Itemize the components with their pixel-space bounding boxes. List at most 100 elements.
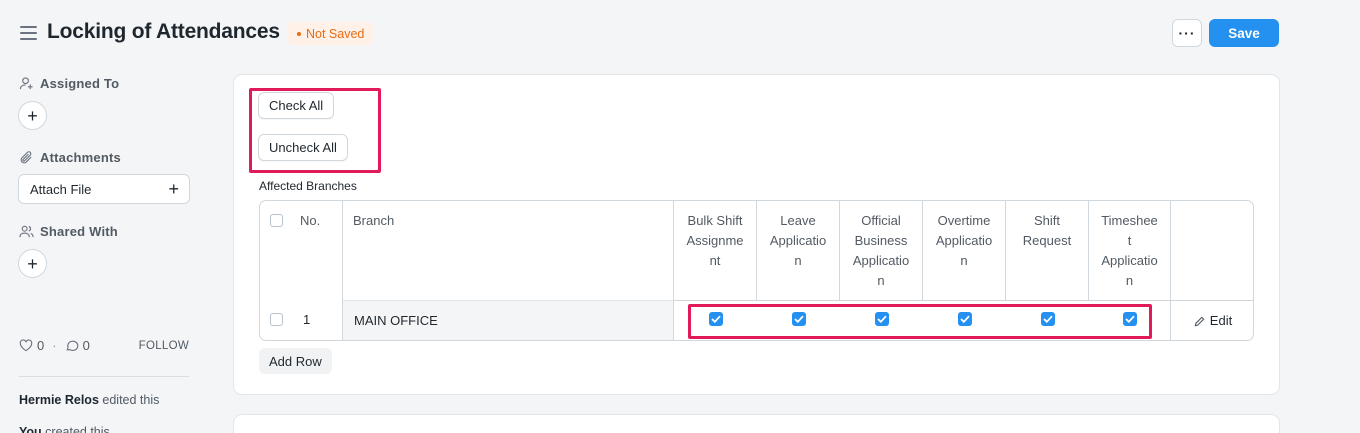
activity-action: created this [45,425,110,433]
uncheck-all-button[interactable]: Uncheck All [258,134,348,161]
attachments-label: Attachments [19,150,121,165]
form-section-secondary [233,414,1280,433]
comment-button[interactable]: 0 [65,338,90,353]
column-actions [1171,201,1253,300]
column-label-line: Business [854,233,908,248]
timesheet-application-checkbox[interactable] [1122,312,1137,326]
shared-with-label: Shared With [19,224,118,239]
bulk-shift-assignment-checkbox[interactable] [708,312,723,326]
column-label-line: Applicatio [769,233,827,248]
plus-icon: + [168,179,179,199]
add-share-button[interactable]: + [18,249,47,278]
column-label-line: Official [861,213,901,228]
column-no: No. [300,213,321,228]
affected-branches-label: Affected Branches [259,179,357,193]
branch-value: MAIN OFFICE [354,313,438,328]
leave-application-cell [757,300,840,340]
more-actions-button[interactable]: ··· [1172,19,1202,47]
column-label-line: t [1127,233,1132,248]
official-business-application-cell [840,300,923,340]
pencil-icon [1194,316,1205,326]
activity-user: Hermie Relos [19,393,99,407]
edit-row-button[interactable]: Edit [1171,300,1253,340]
column-label-line: Applicatio [852,253,910,268]
column-label-line: n [877,273,885,288]
assigned-to-label: Assigned To [19,76,119,91]
column-label-line: Leave [780,213,816,228]
table-header-select: No. [260,201,343,300]
plus-icon: + [27,105,38,126]
add-row-button[interactable]: Add Row [259,348,332,374]
column-label-line: Bulk Shift [687,213,743,228]
page-title: Locking of Attendances [47,20,280,43]
column-timesheet-application: Timeshee t Applicatio n [1089,201,1171,300]
user-add-icon [19,77,33,90]
like-button[interactable]: 0 [19,338,44,353]
follow-button[interactable]: FOLLOW [139,340,189,352]
column-label-line: Overtime [937,213,991,228]
status-badge: Not Saved [288,22,374,45]
activity-item: You created this [19,425,110,433]
check-icon [1042,315,1053,323]
heart-icon [19,339,33,352]
activity-item: Hermie Relos edited this [19,393,159,407]
check-all-button[interactable]: Check All [258,92,335,119]
like-count: 0 [37,338,45,353]
column-label-line: Assignme [686,233,744,248]
branch-cell[interactable]: MAIN OFFICE [343,300,674,340]
shift-request-cell [1006,300,1089,340]
overtime-application-cell [923,300,1006,340]
social-row: 0 · 0 FOLLOW [19,338,189,353]
check-icon [876,315,887,323]
separator-dot: · [52,338,57,353]
check-icon [710,315,721,323]
status-text: Not Saved [306,26,365,41]
column-label-line: Request [1022,233,1072,248]
column-label-line: Shift [1033,213,1060,228]
attach-file-button[interactable]: Attach File + [18,174,190,204]
check-icon [1124,315,1135,323]
status-dot-icon [297,31,301,36]
attach-file-label: Attach File [30,181,92,197]
row-number: 1 [303,312,311,327]
users-icon [19,225,34,238]
column-shift-request: Shift Request [1006,201,1089,300]
add-assignee-button[interactable]: + [18,101,47,130]
shared-with-text: Shared With [40,224,118,239]
affected-branches-table: No. Branch Bulk Shift Assignme nt Leave … [259,200,1254,341]
assigned-to-text: Assigned To [40,76,120,91]
bulk-shift-assignment-cell [674,300,757,340]
activity-action: edited this [102,393,160,407]
timesheet-application-cell [1089,300,1171,340]
edit-label: Edit [1209,313,1233,328]
column-overtime-application: Overtime Applicatio n [923,201,1006,300]
select-all-checkbox[interactable] [270,214,283,227]
check-icon [959,315,970,323]
row-select-checkbox[interactable] [270,313,283,326]
activity-user: You [19,425,42,433]
column-leave-application: Leave Applicatio n [757,201,840,300]
sidebar-divider [19,376,189,377]
column-label-line: n [1125,273,1134,288]
column-label-line: n [794,253,802,268]
leave-application-checkbox[interactable] [791,312,806,326]
save-button[interactable]: Save [1209,19,1279,47]
official-business-application-checkbox[interactable] [874,312,889,326]
table-row-select-cell: 1 [260,300,343,340]
column-official-business-application: Official Business Applicatio n [840,201,923,300]
shift-request-checkbox[interactable] [1040,312,1055,326]
comment-count: 0 [82,338,90,353]
column-label-line: Applicatio [935,233,993,248]
attachments-text: Attachments [40,150,121,165]
check-icon [793,315,804,323]
column-label-line: Timeshee [1101,213,1158,228]
comment-icon [66,340,78,351]
menu-icon[interactable] [20,26,37,40]
column-label-line: nt [709,253,721,268]
column-bulk-shift-assignment: Bulk Shift Assignme nt [674,201,757,300]
plus-icon: + [27,253,38,274]
column-label-line: Applicatio [1101,253,1158,268]
overtime-application-checkbox[interactable] [957,312,972,326]
column-branch: Branch [343,201,674,300]
column-label-line: n [960,253,968,268]
